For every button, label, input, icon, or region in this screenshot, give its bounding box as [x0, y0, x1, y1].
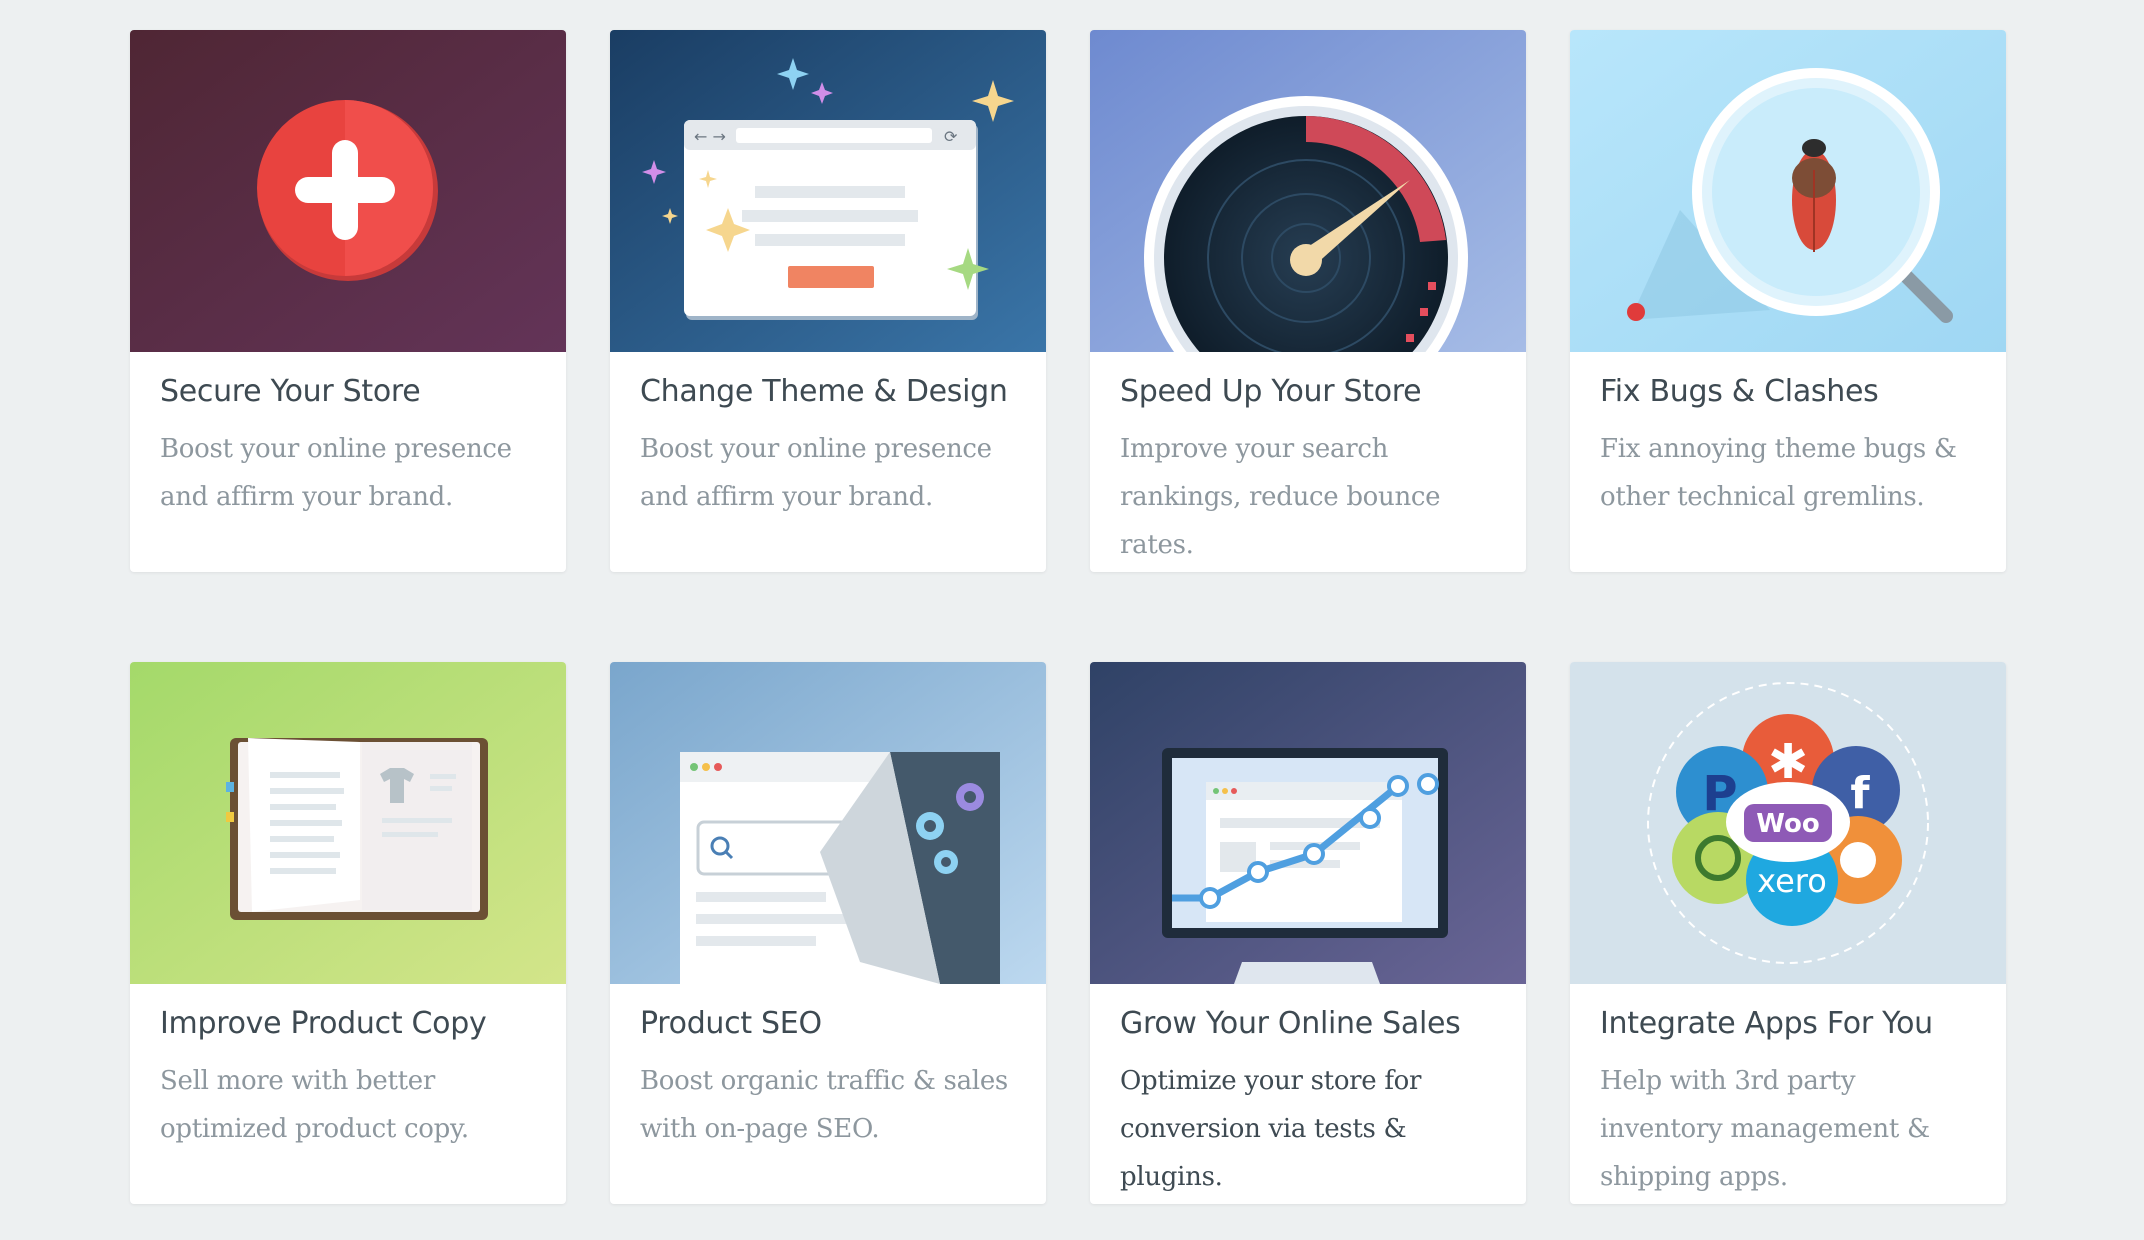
card-illustration	[130, 30, 566, 352]
facebook-logo: f	[1850, 768, 1870, 819]
woo-logo: Woo	[1756, 809, 1819, 839]
card-description: Boost your online presence and affirm yo…	[640, 434, 992, 512]
card-illustration	[1090, 30, 1526, 352]
search-page-icon	[610, 662, 1046, 984]
service-card-speed-up[interactable]: Speed Up Your Store Improve your search …	[1090, 30, 1526, 572]
card-illustration: ✱ P f xero Woo	[1570, 662, 2006, 984]
card-title: Change Theme & Design	[640, 374, 1008, 409]
svg-text:← →: ← →	[694, 127, 726, 146]
svg-text:⟳: ⟳	[944, 127, 958, 146]
medical-cross-icon	[130, 30, 566, 352]
service-card-integrate-apps[interactable]: ✱ P f xero Woo Integrate Apps For You He…	[1570, 662, 2006, 1204]
card-illustration: ← → ⟳	[610, 30, 1046, 352]
service-card-grow-sales[interactable]: Grow Your Online Sales Optimize your sto…	[1090, 662, 1526, 1204]
service-card-product-seo[interactable]: Product SEO Boost organic traffic & sale…	[610, 662, 1046, 1204]
card-illustration	[130, 662, 566, 984]
open-book-icon	[130, 662, 566, 984]
card-description: Improve your search rankings, reduce bou…	[1120, 434, 1441, 560]
card-title: Product SEO	[640, 1006, 822, 1041]
card-title: Fix Bugs & Clashes	[1600, 374, 1879, 409]
monitor-growth-chart-icon	[1090, 662, 1526, 984]
svg-text:✱: ✱	[1768, 734, 1808, 790]
card-description: Optimize your store for conversion via t…	[1120, 1066, 1422, 1192]
app-logos-cluster-icon: ✱ P f xero Woo	[1570, 662, 2006, 984]
card-description: Help with 3rd party inventory management…	[1600, 1066, 1930, 1192]
card-description: Boost organic traffic & sales with on-pa…	[640, 1066, 1008, 1144]
card-illustration	[1570, 30, 2006, 352]
card-title: Integrate Apps For You	[1600, 1006, 1933, 1041]
card-description: Fix annoying theme bugs & other technica…	[1600, 434, 1957, 512]
speedometer-icon	[1090, 30, 1526, 352]
card-title: Improve Product Copy	[160, 1006, 487, 1041]
card-description: Sell more with better optimized product …	[160, 1066, 469, 1144]
xero-logo: xero	[1757, 862, 1827, 900]
card-description: Boost your online presence and affirm yo…	[160, 434, 512, 512]
service-card-change-theme[interactable]: ← → ⟳ Change Theme & Design Boost your o…	[610, 30, 1046, 572]
services-grid: Secure Your Store Boost your online pres…	[130, 30, 2006, 1204]
card-illustration	[610, 662, 1046, 984]
card-title: Grow Your Online Sales	[1120, 1006, 1461, 1041]
service-card-fix-bugs[interactable]: Fix Bugs & Clashes Fix annoying theme bu…	[1570, 30, 2006, 572]
browser-window-icon: ← → ⟳	[610, 30, 1046, 352]
service-card-product-copy[interactable]: Improve Product Copy Sell more with bett…	[130, 662, 566, 1204]
card-title: Secure Your Store	[160, 374, 421, 409]
card-title: Speed Up Your Store	[1120, 374, 1422, 409]
card-illustration	[1090, 662, 1526, 984]
service-card-secure-store[interactable]: Secure Your Store Boost your online pres…	[130, 30, 566, 572]
magnifier-bug-icon	[1570, 30, 2006, 352]
